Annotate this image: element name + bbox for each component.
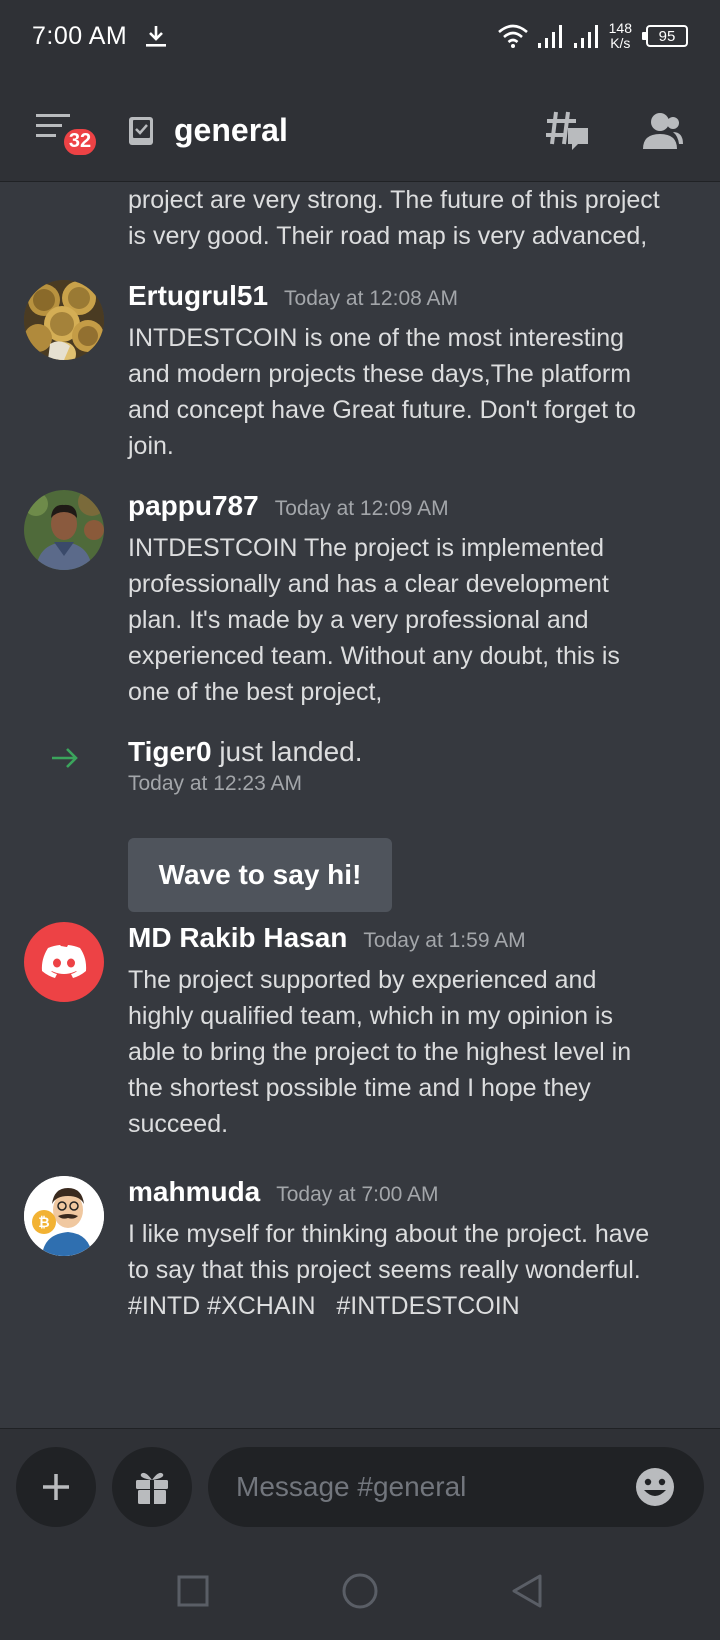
message-line: professionally and has a clear developme… (128, 570, 609, 598)
username[interactable]: MD Rakib Hasan (128, 922, 347, 954)
plus-icon (43, 1474, 69, 1500)
discord-logo-icon (41, 945, 87, 978)
battery-icon: 95 (642, 25, 688, 47)
home-icon[interactable] (341, 1572, 379, 1610)
signal-icon (537, 25, 562, 48)
timestamp: Today at 12:09 AM (274, 497, 449, 520)
join-arrow-icon (52, 748, 78, 768)
gift-button[interactable] (112, 1447, 192, 1527)
status-bar: 7:00 AM 148 K/s 95 (0, 0, 720, 80)
person-avatar-image (24, 490, 104, 570)
timestamp: Today at 12:08 AM (284, 287, 458, 310)
message-list[interactable]: project are very strong. The future of t… (0, 182, 720, 1428)
message-input-container[interactable] (208, 1447, 704, 1527)
username[interactable]: pappu787 (128, 490, 259, 522)
message-line: plan. It's made by a very professional a… (128, 606, 589, 634)
message-line: and concept have Great future. Don't for… (128, 396, 636, 424)
message-line: is very good. Their road map is very adv… (128, 222, 648, 250)
channel-header: 32 general (0, 80, 720, 182)
cartoon-avatar-image: ₿ (24, 1176, 104, 1256)
message-line: able to bring the project to the highest… (128, 1038, 632, 1066)
recents-icon[interactable] (176, 1574, 210, 1608)
download-icon (146, 26, 167, 47)
add-attachment-button[interactable] (16, 1447, 96, 1527)
message-line: one of the best project, (128, 678, 383, 706)
menu-button[interactable]: 32 (36, 106, 99, 158)
message-content: I like myself for thinking about the pro… (128, 1216, 698, 1324)
battery-level: 95 (658, 27, 676, 45)
rules-channel-icon (129, 116, 153, 145)
message-line: and modern projects these days,The platf… (128, 360, 632, 388)
message-line: INTDESTCOIN The project is implemented (128, 534, 605, 562)
message-content: INTDESTCOIN The project is implemented p… (128, 530, 698, 710)
message-continuation: project are very strong. The future of t… (128, 182, 698, 254)
net-speed-unit: K/s (610, 35, 631, 51)
message-line: experienced team. Without any doubt, thi… (128, 642, 620, 670)
join-action: just landed. (219, 736, 363, 767)
message-line: INTDESTCOIN is one of the most interesti… (128, 324, 625, 352)
status-time: 7:00 AM (32, 21, 128, 50)
avatar[interactable] (24, 490, 104, 570)
channel-name: general (174, 112, 288, 148)
message-line: to say that this project seems really wo… (128, 1256, 641, 1284)
message-line: I like myself for thinking about the pro… (128, 1220, 650, 1248)
back-icon[interactable] (510, 1573, 544, 1609)
message-line: highly qualified team, which in my opini… (128, 1002, 613, 1030)
threads-icon[interactable] (544, 108, 590, 154)
message-line: project are very strong. The future of t… (128, 186, 660, 214)
join-text: Tiger0 just landed. (128, 736, 698, 768)
message-input[interactable] (236, 1471, 634, 1503)
wave-button[interactable]: Wave to say hi! (128, 838, 392, 912)
timestamp: Today at 1:59 AM (363, 929, 526, 952)
message-composer (0, 1428, 720, 1542)
net-speed: 148 K/s (609, 21, 632, 51)
username[interactable]: Ertugrul51 (128, 280, 268, 312)
avatar[interactable]: ₿ (24, 1176, 104, 1256)
unread-badge: 32 (61, 125, 99, 158)
emoji-icon[interactable] (634, 1466, 676, 1508)
username[interactable]: mahmuda (128, 1176, 260, 1208)
message-content: The project supported by experienced and… (128, 962, 698, 1142)
message-line: #INTD #XCHAIN #INTDESTCOIN (128, 1292, 520, 1320)
signal-icon-2 (573, 25, 598, 48)
net-speed-value: 148 (608, 20, 632, 36)
avatar[interactable] (24, 922, 104, 1002)
message-line: join. (128, 432, 174, 460)
wifi-icon (497, 24, 528, 48)
message-line: The project supported by experienced and (128, 966, 597, 994)
message-line: the shortest possible time and I hope th… (128, 1074, 591, 1102)
message-content: INTDESTCOIN is one of the most interesti… (128, 320, 698, 464)
coins-avatar-image (24, 280, 104, 360)
gift-icon (136, 1472, 168, 1504)
svg-text:₿: ₿ (38, 1215, 49, 1231)
message-line: succeed. (128, 1110, 229, 1138)
system-nav-bar (0, 1542, 720, 1640)
username[interactable]: Tiger0 (128, 736, 212, 767)
timestamp: Today at 12:23 AM (128, 772, 302, 795)
avatar[interactable] (24, 280, 104, 360)
timestamp: Today at 7:00 AM (276, 1183, 439, 1206)
members-icon[interactable] (640, 111, 684, 151)
